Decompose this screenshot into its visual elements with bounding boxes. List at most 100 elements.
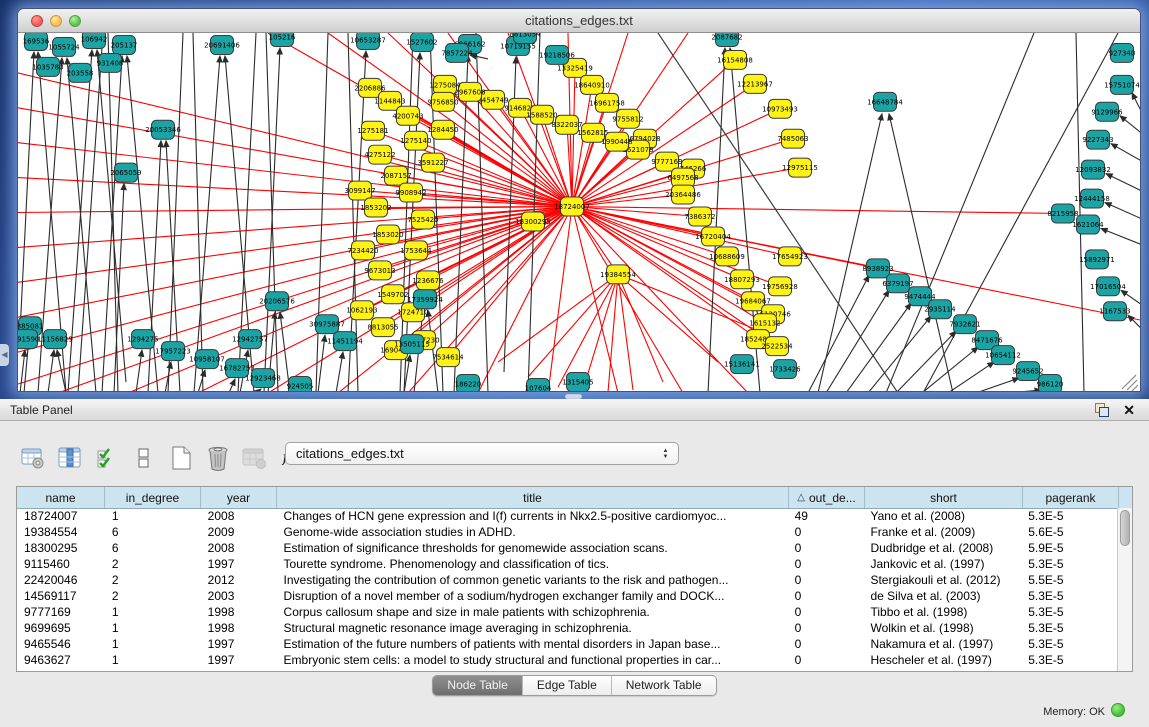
table-row[interactable]: 946362711997Embryonic stem cells: a mode…: [17, 652, 1117, 668]
network-canvas[interactable]: 1332541918640910169617589755812679402816…: [18, 33, 1140, 392]
edge[interactable]: [20, 52, 34, 332]
tab-node-table[interactable]: Node Table: [433, 676, 522, 695]
graph-node[interactable]: 107604: [525, 379, 552, 392]
graph-node[interactable]: 1990448: [601, 132, 632, 151]
graph-node[interactable]: 18807293: [724, 270, 760, 289]
edge[interactable]: [136, 350, 142, 392]
graph-node[interactable]: 1853020: [372, 225, 403, 244]
edge[interactable]: [229, 379, 235, 392]
table-selector[interactable]: citations_edges.txt ▲▼: [285, 442, 679, 465]
graph-node[interactable]: 3591227: [417, 153, 448, 172]
graph-node[interactable]: 1275181: [357, 121, 388, 140]
graph-node[interactable]: 186220: [455, 375, 482, 392]
graph-node[interactable]: 19384554: [600, 265, 636, 284]
graph-node[interactable]: 10653287: [350, 33, 386, 49]
graph-node[interactable]: 15892971: [1079, 250, 1115, 269]
edge[interactable]: [548, 207, 572, 392]
table-split-iccon[interactable]: [131, 445, 157, 471]
graph-node[interactable]: 1294275: [127, 330, 158, 349]
column-header-title[interactable]: title: [277, 487, 789, 508]
tab-network-table[interactable]: Network Table: [611, 676, 716, 695]
edge[interactable]: [78, 33, 103, 392]
table-body[interactable]: 1872400712008Changes of HCN gene express…: [17, 508, 1117, 671]
show-columns-icon[interactable]: [57, 445, 83, 471]
edge[interactable]: [528, 274, 618, 377]
graph-node[interactable]: 9756850: [427, 92, 458, 111]
graph-node[interactable]: 2087157: [380, 166, 411, 185]
graph-node[interactable]: 17957223: [155, 342, 191, 361]
graph-node[interactable]: 7534614: [432, 348, 464, 367]
graph-node[interactable]: 9673013: [364, 261, 395, 280]
graph-node[interactable]: 1055724: [48, 37, 80, 56]
graph-node[interactable]: 3099147: [344, 181, 375, 200]
graph-node[interactable]: 11451194: [327, 332, 363, 351]
column-header-year[interactable]: year: [201, 487, 277, 508]
edge[interactable]: [922, 347, 978, 392]
graph-node[interactable]: 1621064: [1072, 215, 1104, 234]
graph-node[interactable]: 20364486: [665, 185, 701, 204]
graph-node[interactable]: 20206576: [259, 292, 295, 311]
select-all-columns-icon[interactable]: [94, 445, 120, 471]
edge[interactable]: [18, 207, 572, 283]
graph-node[interactable]: 105216: [269, 33, 296, 46]
edge[interactable]: [18, 207, 572, 353]
graph-node[interactable]: 7234420: [347, 241, 378, 260]
graph-node[interactable]: 106942: [81, 33, 108, 48]
graph-node[interactable]: 927340: [1109, 43, 1136, 62]
graph-node[interactable]: 1284450: [427, 120, 458, 139]
graph-node[interactable]: 16154808: [717, 50, 753, 69]
graph-node[interactable]: 6497568: [667, 168, 698, 187]
edge[interactable]: [1132, 93, 1141, 111]
edge[interactable]: [1101, 228, 1141, 244]
graph-node[interactable]: 1062193: [346, 301, 377, 320]
edge[interactable]: [868, 316, 931, 392]
graph-node[interactable]: 12093832: [1075, 160, 1111, 179]
table-row[interactable]: 1456911722003Disruption of a novel membe…: [17, 588, 1117, 604]
graph-node[interactable]: 7525420: [407, 210, 438, 229]
graph-node[interactable]: 10973493: [762, 99, 798, 118]
edge[interactable]: [618, 274, 718, 362]
table-scrollbar[interactable]: [1117, 508, 1132, 671]
graph-node[interactable]: 9755812: [612, 109, 643, 128]
graph-node[interactable]: 1275084: [429, 75, 461, 94]
edge[interactable]: [470, 55, 488, 59]
graph-node[interactable]: 924505: [287, 377, 314, 392]
edge[interactable]: [923, 33, 1118, 392]
graph-node[interactable]: 12942757: [232, 330, 268, 349]
graph-node[interactable]: 169536: [23, 33, 50, 50]
graph-node[interactable]: 2065059: [110, 163, 141, 182]
edge[interactable]: [1128, 315, 1141, 328]
edge[interactable]: [976, 378, 1019, 392]
column-header-short[interactable]: short: [865, 487, 1023, 508]
create-column-icon[interactable]: [168, 445, 194, 471]
graph-node[interactable]: 1236676: [412, 271, 443, 290]
network-window[interactable]: citations_edges.txt 13325419186409101696…: [17, 8, 1141, 392]
edge[interactable]: [1111, 144, 1141, 161]
network-window-titlebar[interactable]: citations_edges.txt: [18, 9, 1140, 33]
graph-node[interactable]: 1527602: [406, 33, 437, 51]
node-table[interactable]: namein_degreeyeartitle△out_de...shortpag…: [16, 486, 1133, 672]
edge[interactable]: [572, 207, 683, 392]
edge[interactable]: [1120, 116, 1141, 133]
edge[interactable]: [896, 331, 956, 392]
graph-node[interactable]: 19756928: [762, 277, 798, 296]
table-row[interactable]: 1830029562008Estimation of significance …: [17, 540, 1117, 556]
graph-node[interactable]: 7485063: [777, 129, 808, 148]
graph-node[interactable]: 7932621: [949, 315, 980, 334]
edge[interactable]: [558, 274, 618, 387]
edge[interactable]: [1106, 174, 1141, 191]
graph-node[interactable]: 18640910: [574, 75, 610, 94]
graph-node[interactable]: 9908942: [395, 183, 426, 202]
graph-node[interactable]: 1733426: [769, 360, 800, 379]
graph-node[interactable]: 8813055: [367, 318, 398, 337]
table-row[interactable]: 911546021997Tourette syndrome. Phenomeno…: [17, 556, 1117, 572]
graph-node[interactable]: 15751074: [1104, 75, 1140, 94]
graph-node[interactable]: 16648784: [867, 92, 903, 111]
table-row[interactable]: 969969511998Structural magnetic resonanc…: [17, 620, 1117, 636]
graph-node[interactable]: 2935114: [924, 300, 956, 319]
graph-node[interactable]: 1753644: [400, 241, 432, 260]
graph-node[interactable]: 1275140: [400, 131, 431, 150]
float-window-icon[interactable]: [1095, 403, 1109, 417]
graph-node[interactable]: 931408: [97, 53, 124, 72]
graph-node[interactable]: 1549702: [377, 285, 408, 304]
